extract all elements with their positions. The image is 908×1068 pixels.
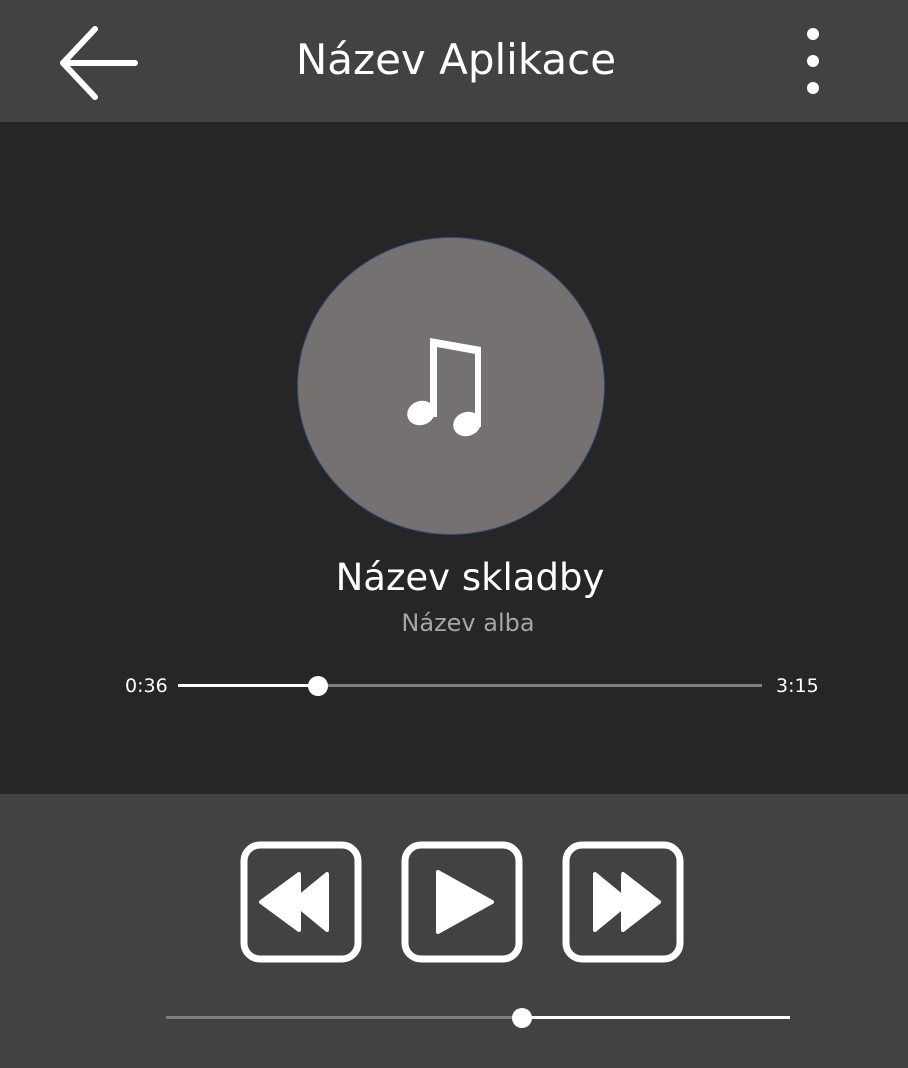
- fast-forward-icon: [562, 841, 684, 963]
- play-icon: [401, 841, 523, 963]
- rewind-button[interactable]: [239, 840, 363, 964]
- progress-knob[interactable]: [308, 676, 329, 696]
- music-note-icon: [407, 338, 481, 437]
- progress-fill: [178, 684, 319, 687]
- more-vertical-icon: [807, 28, 819, 94]
- track-title: Název skladby: [335, 556, 605, 599]
- album-art: [297, 237, 605, 535]
- volume-knob[interactable]: [511, 1008, 532, 1028]
- volume-fill: [521, 1016, 790, 1019]
- total-time: 3:15: [776, 675, 819, 697]
- volume-slider[interactable]: [166, 1008, 790, 1028]
- album-name: Název alba: [401, 609, 535, 637]
- play-button[interactable]: [400, 840, 524, 964]
- app-title: Název Aplikace: [295, 35, 617, 84]
- rewind-icon: [240, 841, 362, 963]
- current-time: 0:36: [125, 675, 168, 697]
- more-options-button[interactable]: [796, 22, 830, 100]
- fast-forward-button[interactable]: [561, 840, 685, 964]
- progress-slider[interactable]: [178, 676, 762, 696]
